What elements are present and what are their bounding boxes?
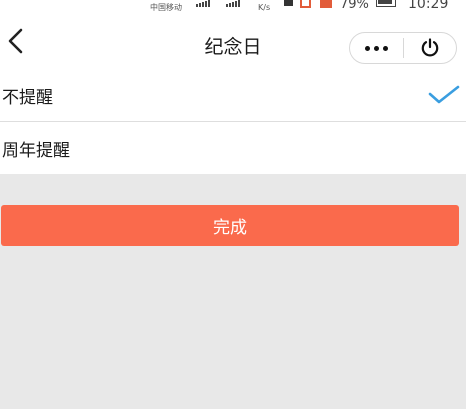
battery-icon (376, 0, 396, 7)
reminder-option-list: 不提醒 周年提醒 (0, 70, 466, 174)
nav-bar: 纪念日 (0, 14, 466, 70)
option-label: 周年提醒 (2, 140, 70, 161)
checkmark-icon (428, 84, 460, 106)
done-button[interactable]: 完成 (1, 205, 459, 246)
camera-icon (284, 0, 293, 6)
power-icon[interactable] (404, 33, 456, 63)
carrier-name: 中国移动 (150, 3, 182, 12)
clock: 10:29 (408, 0, 449, 12)
mini-program-capsule (349, 32, 457, 64)
signal-icon (196, 0, 210, 7)
notification-icon (320, 0, 332, 8)
battery-percent: 79% (340, 0, 369, 12)
option-label: 不提醒 (2, 88, 53, 108)
signal-icon (226, 0, 240, 7)
more-dots-icon[interactable] (350, 33, 403, 63)
notification-icon (300, 0, 311, 8)
status-bar: 中国移动 K/s 79% 10:29 (0, 0, 466, 14)
net-speed: K/s (258, 3, 271, 12)
option-no-reminder[interactable]: 不提醒 (0, 70, 466, 121)
chevron-left-icon[interactable] (4, 28, 28, 54)
option-anniversary-reminder[interactable]: 周年提醒 (0, 121, 466, 174)
